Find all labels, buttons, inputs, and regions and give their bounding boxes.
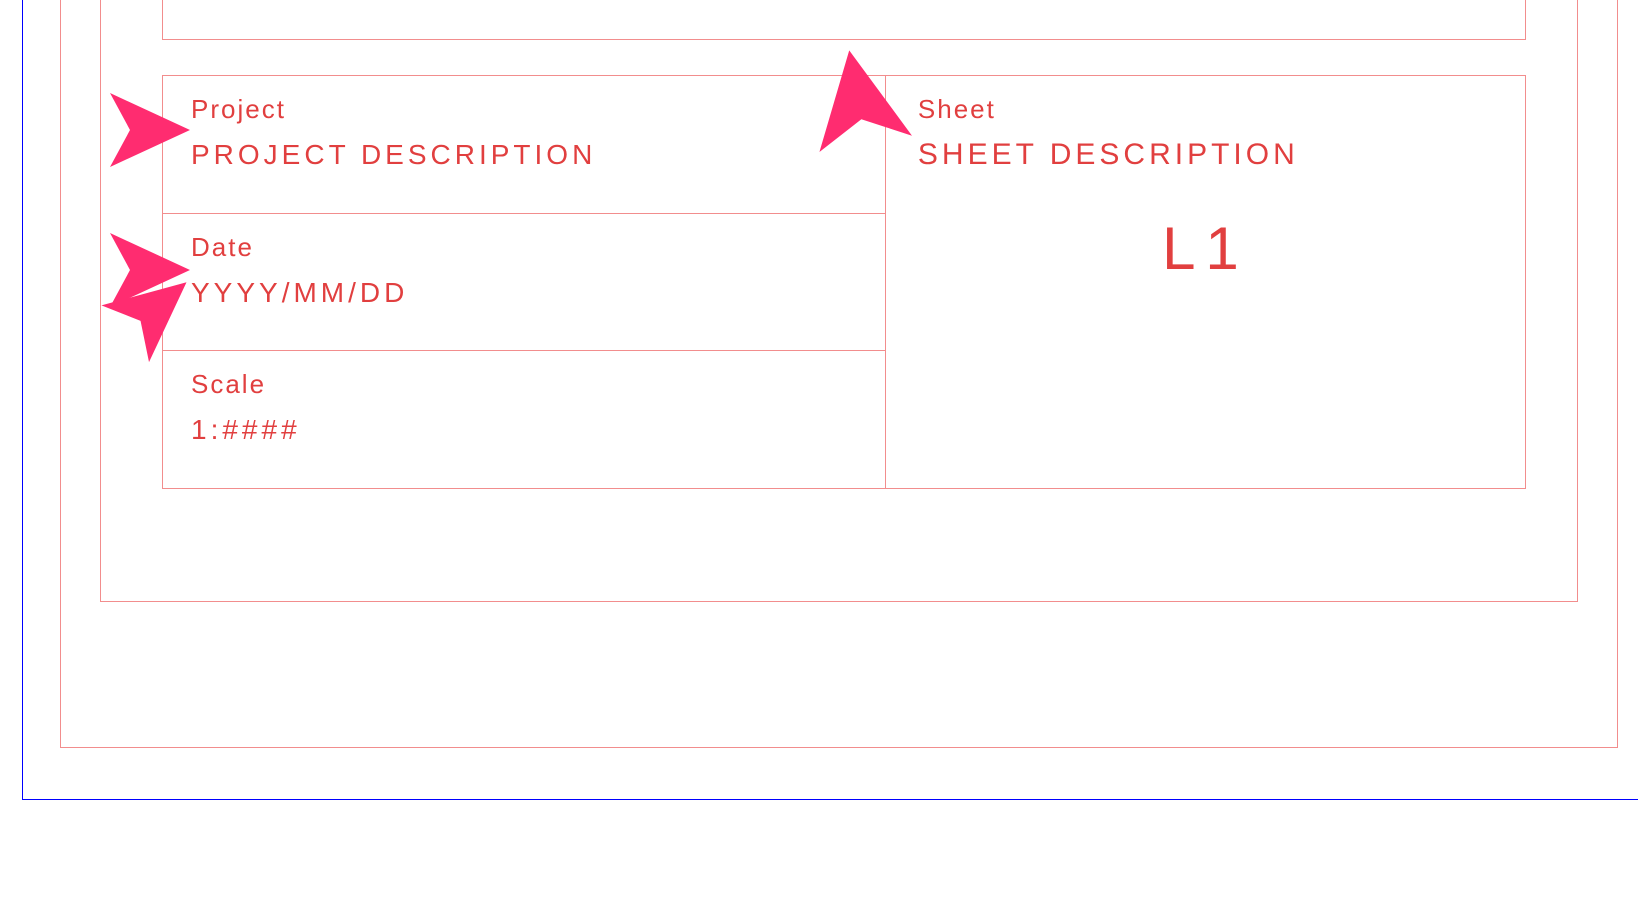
sheet-cell: Sheet SHEET DESCRIPTION L1 xyxy=(886,76,1525,488)
project-label: Project xyxy=(191,94,857,125)
sheet-label: Sheet xyxy=(918,94,1493,125)
sheet-cell-container: Sheet SHEET DESCRIPTION L1 xyxy=(885,75,1526,489)
scale-cell: Scale 1:#### xyxy=(162,350,885,489)
project-value: PROJECT DESCRIPTION xyxy=(191,139,857,171)
scale-label: Scale xyxy=(191,369,857,400)
arrow-icon xyxy=(0,85,190,175)
date-cell: Date YYYY/MM/DD xyxy=(162,213,885,351)
sheet-description: SHEET DESCRIPTION xyxy=(918,135,1493,174)
project-cell: Project PROJECT DESCRIPTION xyxy=(162,75,885,213)
title-block-left-column: Project PROJECT DESCRIPTION Date YYYY/MM… xyxy=(162,75,885,489)
sheet-code: L1 xyxy=(1162,214,1249,283)
date-value: YYYY/MM/DD xyxy=(191,277,857,309)
scale-value: 1:#### xyxy=(191,414,857,446)
upper-box xyxy=(162,0,1526,40)
date-label: Date xyxy=(191,232,857,263)
